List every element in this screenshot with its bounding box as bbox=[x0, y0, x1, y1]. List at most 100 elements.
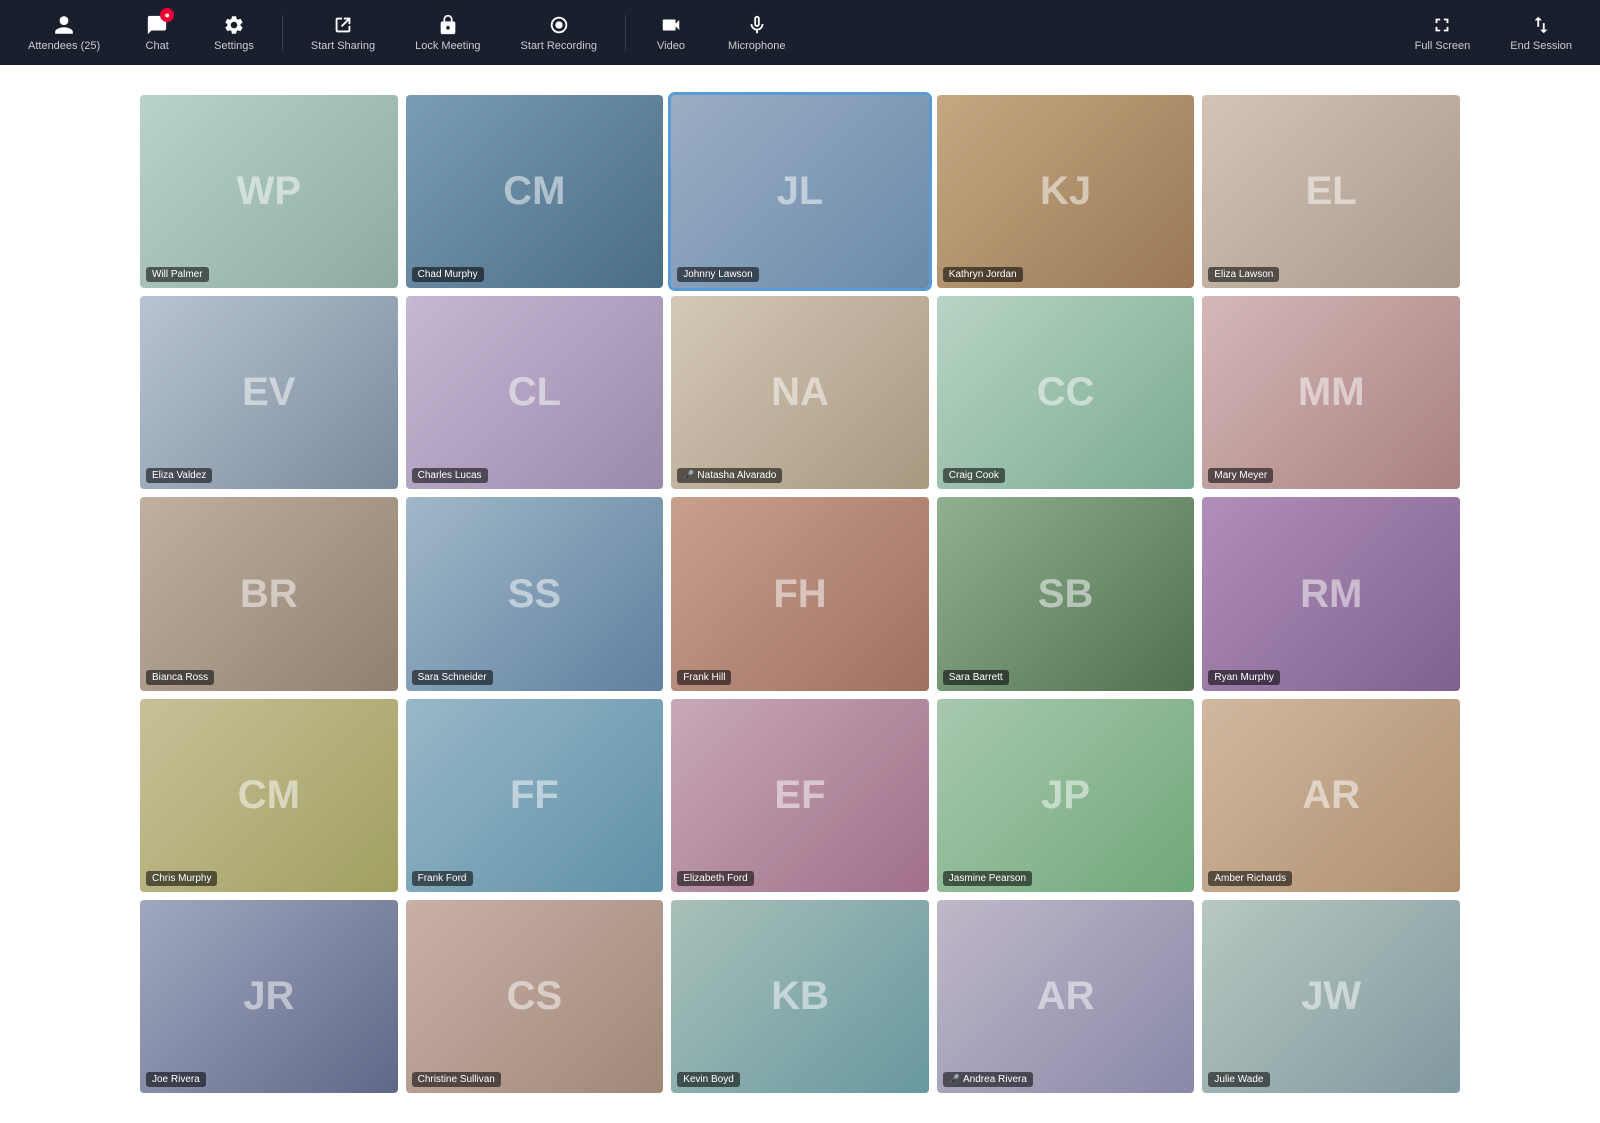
participant-name-tag: 🎤Natasha Alvarado bbox=[677, 468, 782, 483]
start-sharing-button[interactable]: Start Sharing bbox=[293, 6, 393, 60]
participant-video: KB bbox=[671, 900, 929, 1093]
video-cell[interactable]: NA🎤Natasha Alvarado bbox=[671, 296, 929, 489]
participant-name-tag: Chad Murphy bbox=[412, 267, 484, 282]
participant-name: Mary Meyer bbox=[1214, 470, 1267, 481]
video-label: Video bbox=[657, 40, 685, 52]
attendees-button[interactable]: Attendees (25) bbox=[10, 6, 118, 60]
participant-video: FF bbox=[406, 699, 664, 892]
video-cell[interactable]: ARAmber Richards bbox=[1202, 699, 1460, 892]
participant-name-tag: Kathryn Jordan bbox=[943, 267, 1023, 282]
microphone-button[interactable]: Microphone bbox=[710, 6, 803, 60]
video-grid: WPWill PalmerCMChad MurphyJLJohnny Lawso… bbox=[140, 95, 1460, 1093]
video-cell[interactable]: FHFrank Hill bbox=[671, 497, 929, 690]
participant-name-tag: Eliza Lawson bbox=[1208, 267, 1279, 282]
start-recording-button[interactable]: Start Recording bbox=[503, 6, 615, 60]
video-cell[interactable]: RMRyan Murphy bbox=[1202, 497, 1460, 690]
participant-name: Joe Rivera bbox=[152, 1074, 200, 1085]
mic-muted-icon: 🎤 bbox=[683, 470, 694, 481]
participant-video: WP bbox=[140, 95, 398, 288]
video-cell[interactable]: BRBianca Ross bbox=[140, 497, 398, 690]
participant-name: Andrea Rivera bbox=[963, 1074, 1027, 1085]
participant-video: FH bbox=[671, 497, 929, 690]
full-screen-button[interactable]: Full Screen bbox=[1397, 6, 1489, 60]
chat-icon: ● bbox=[146, 14, 168, 36]
participant-video: CL bbox=[406, 296, 664, 489]
video-cell[interactable]: JLJohnny Lawson bbox=[671, 95, 929, 288]
video-cell[interactable]: KJKathryn Jordan bbox=[937, 95, 1195, 288]
participant-video: EF bbox=[671, 699, 929, 892]
participant-name: Chris Murphy bbox=[152, 873, 211, 884]
start-sharing-label: Start Sharing bbox=[311, 40, 375, 52]
participant-video: MM bbox=[1202, 296, 1460, 489]
toolbar: Attendees (25) ● Chat Settings bbox=[0, 0, 1600, 65]
video-cell[interactable]: MMMary Meyer bbox=[1202, 296, 1460, 489]
attendees-label: Attendees (25) bbox=[28, 40, 100, 52]
video-cell[interactable]: FFFrank Ford bbox=[406, 699, 664, 892]
participant-video: RM bbox=[1202, 497, 1460, 690]
participant-video: SB bbox=[937, 497, 1195, 690]
participant-name: Frank Hill bbox=[683, 672, 725, 683]
participant-name: Kevin Boyd bbox=[683, 1074, 734, 1085]
participant-name: Johnny Lawson bbox=[683, 269, 753, 280]
participant-name: Ryan Murphy bbox=[1214, 672, 1273, 683]
participant-name-tag: Eliza Valdez bbox=[146, 468, 212, 483]
video-cell[interactable]: CLCharles Lucas bbox=[406, 296, 664, 489]
video-cell[interactable]: CMChad Murphy bbox=[406, 95, 664, 288]
participant-name: Elizabeth Ford bbox=[683, 873, 747, 884]
share-icon bbox=[332, 14, 354, 36]
participant-name-tag: Joe Rivera bbox=[146, 1072, 206, 1087]
participant-video: CM bbox=[406, 95, 664, 288]
participant-name-tag: Christine Sullivan bbox=[412, 1072, 501, 1087]
video-cell[interactable]: AR🎤Andrea Rivera bbox=[937, 900, 1195, 1093]
video-cell[interactable]: CCCraig Cook bbox=[937, 296, 1195, 489]
video-cell[interactable]: JWJulie Wade bbox=[1202, 900, 1460, 1093]
toolbar-left: Attendees (25) ● Chat Settings bbox=[10, 6, 803, 60]
video-cell[interactable]: WPWill Palmer bbox=[140, 95, 398, 288]
participant-name: Craig Cook bbox=[949, 470, 999, 481]
video-cell[interactable]: EVEliza Valdez bbox=[140, 296, 398, 489]
participant-name-tag: Frank Ford bbox=[412, 871, 473, 886]
participant-name: Frank Ford bbox=[418, 873, 467, 884]
video-cell[interactable]: JRJoe Rivera bbox=[140, 900, 398, 1093]
participant-video: JP bbox=[937, 699, 1195, 892]
participant-name: Sara Schneider bbox=[418, 672, 487, 683]
participant-video: AR bbox=[937, 900, 1195, 1093]
participant-video: AR bbox=[1202, 699, 1460, 892]
lock-meeting-button[interactable]: Lock Meeting bbox=[397, 6, 498, 60]
participant-video: CC bbox=[937, 296, 1195, 489]
divider-1 bbox=[282, 15, 283, 51]
settings-label: Settings bbox=[214, 40, 254, 52]
video-cell[interactable]: CMChris Murphy bbox=[140, 699, 398, 892]
participant-video: KJ bbox=[937, 95, 1195, 288]
video-cell[interactable]: KBKevin Boyd bbox=[671, 900, 929, 1093]
video-cell[interactable]: SSSara Schneider bbox=[406, 497, 664, 690]
participant-name: Natasha Alvarado bbox=[697, 470, 776, 481]
start-recording-label: Start Recording bbox=[521, 40, 597, 52]
end-session-icon bbox=[1530, 14, 1552, 36]
video-cell[interactable]: CSChristine Sullivan bbox=[406, 900, 664, 1093]
video-cell[interactable]: EFElizabeth Ford bbox=[671, 699, 929, 892]
participant-name-tag: Jasmine Pearson bbox=[943, 871, 1032, 886]
participant-name-tag: Craig Cook bbox=[943, 468, 1005, 483]
video-button[interactable]: Video bbox=[636, 6, 706, 60]
participant-video: JL bbox=[671, 95, 929, 288]
participant-name: Kathryn Jordan bbox=[949, 269, 1017, 280]
participant-name-tag: Johnny Lawson bbox=[677, 267, 759, 282]
participant-name: Sara Barrett bbox=[949, 672, 1003, 683]
chat-button[interactable]: ● Chat bbox=[122, 6, 192, 60]
participant-name: Will Palmer bbox=[152, 269, 203, 280]
video-cell[interactable]: JPJasmine Pearson bbox=[937, 699, 1195, 892]
participant-video: BR bbox=[140, 497, 398, 690]
video-cell[interactable]: SBSara Barrett bbox=[937, 497, 1195, 690]
video-cell[interactable]: ELEliza Lawson bbox=[1202, 95, 1460, 288]
end-session-button[interactable]: End Session bbox=[1492, 6, 1590, 60]
participant-name-tag: Frank Hill bbox=[677, 670, 731, 685]
participant-video: CM bbox=[140, 699, 398, 892]
participant-name: Bianca Ross bbox=[152, 672, 208, 683]
microphone-label: Microphone bbox=[728, 40, 785, 52]
settings-button[interactable]: Settings bbox=[196, 6, 272, 60]
participant-name-tag: Kevin Boyd bbox=[677, 1072, 740, 1087]
divider-2 bbox=[625, 15, 626, 51]
participant-name-tag: Amber Richards bbox=[1208, 871, 1292, 886]
end-session-label: End Session bbox=[1510, 40, 1572, 52]
